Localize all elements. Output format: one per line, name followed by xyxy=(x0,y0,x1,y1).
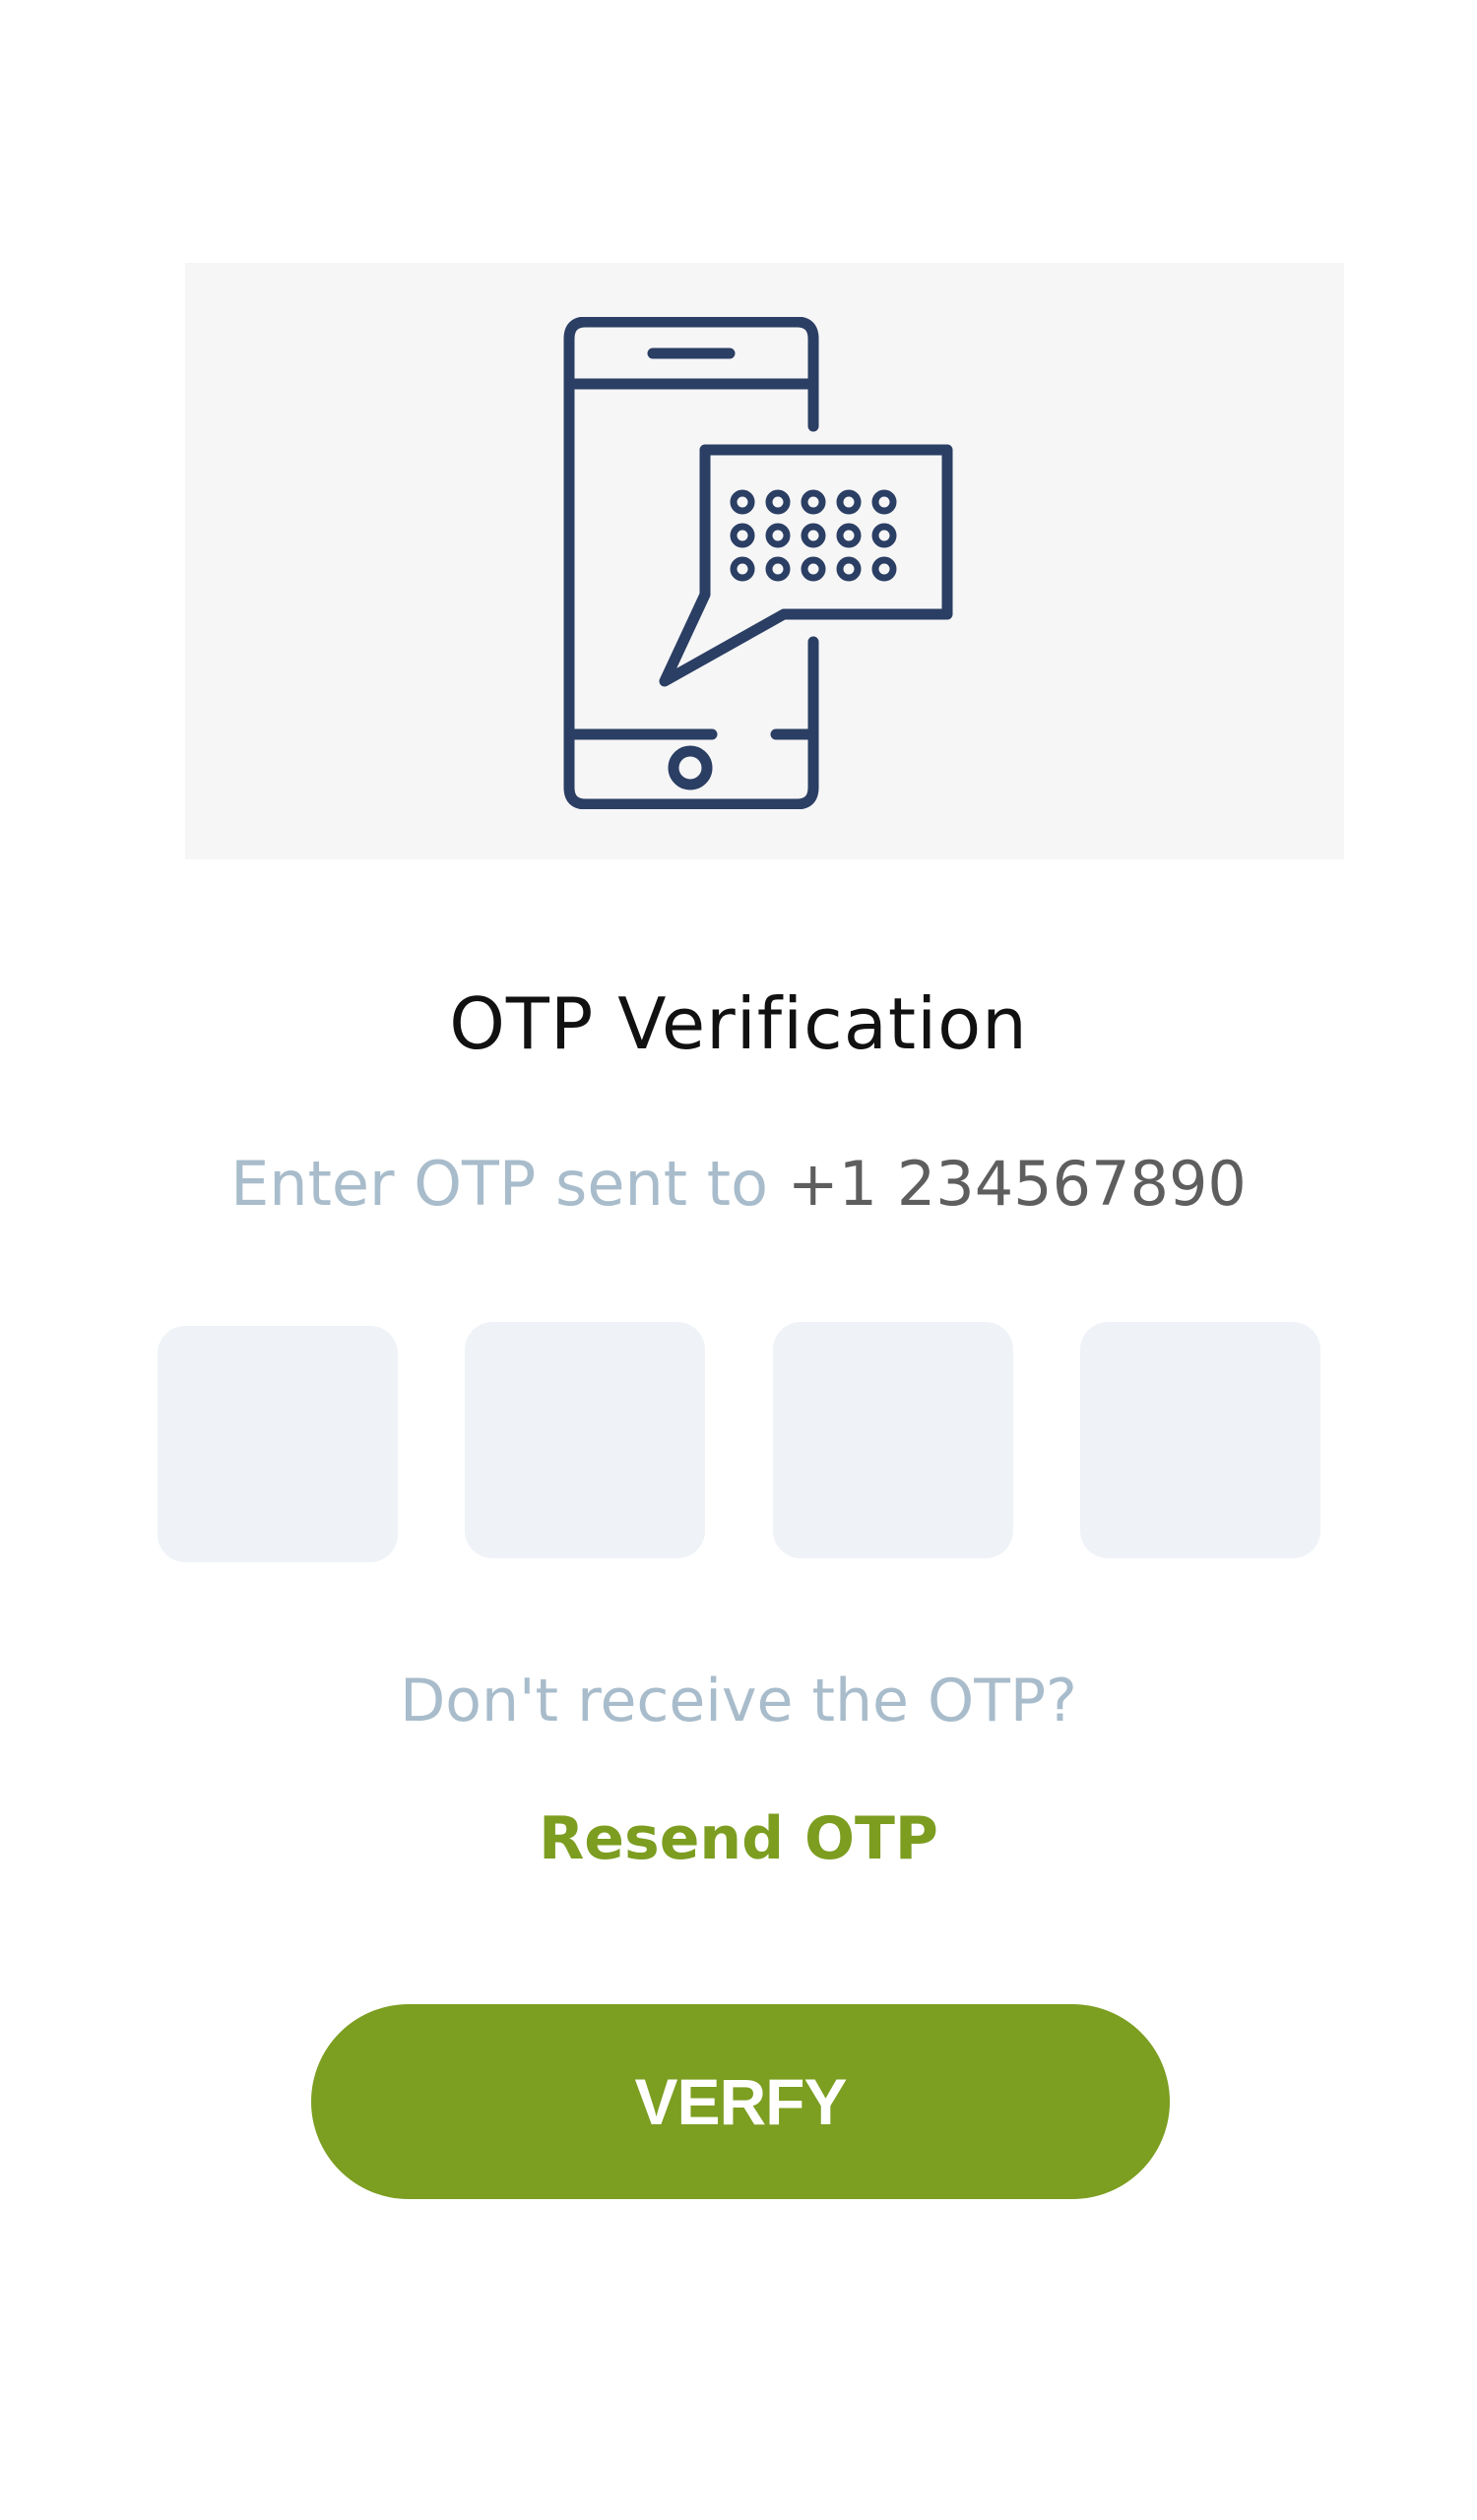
page-title: OTP Verification xyxy=(449,982,1028,1065)
otp-digit-1[interactable] xyxy=(158,1326,398,1562)
phone-number: +1 234567890 xyxy=(787,1148,1247,1220)
otp-digit-3[interactable] xyxy=(773,1322,1013,1558)
resend-otp-link[interactable]: Resend OTP xyxy=(0,1799,1477,1878)
otp-input-group xyxy=(158,1322,1320,1562)
phone-message-icon xyxy=(563,317,953,809)
otp-digit-2[interactable] xyxy=(465,1322,705,1558)
otp-instruction-prefix: Enter OTP sent to xyxy=(230,1148,769,1220)
no-otp-text: Don't receive the OTP? xyxy=(400,1667,1077,1735)
verify-button[interactable]: VERFY xyxy=(311,2004,1170,2199)
otp-instruction: Enter OTP sent to +1 234567890 xyxy=(0,1145,1477,1224)
hero-illustration xyxy=(185,263,1344,859)
otp-digit-4[interactable] xyxy=(1080,1322,1320,1558)
